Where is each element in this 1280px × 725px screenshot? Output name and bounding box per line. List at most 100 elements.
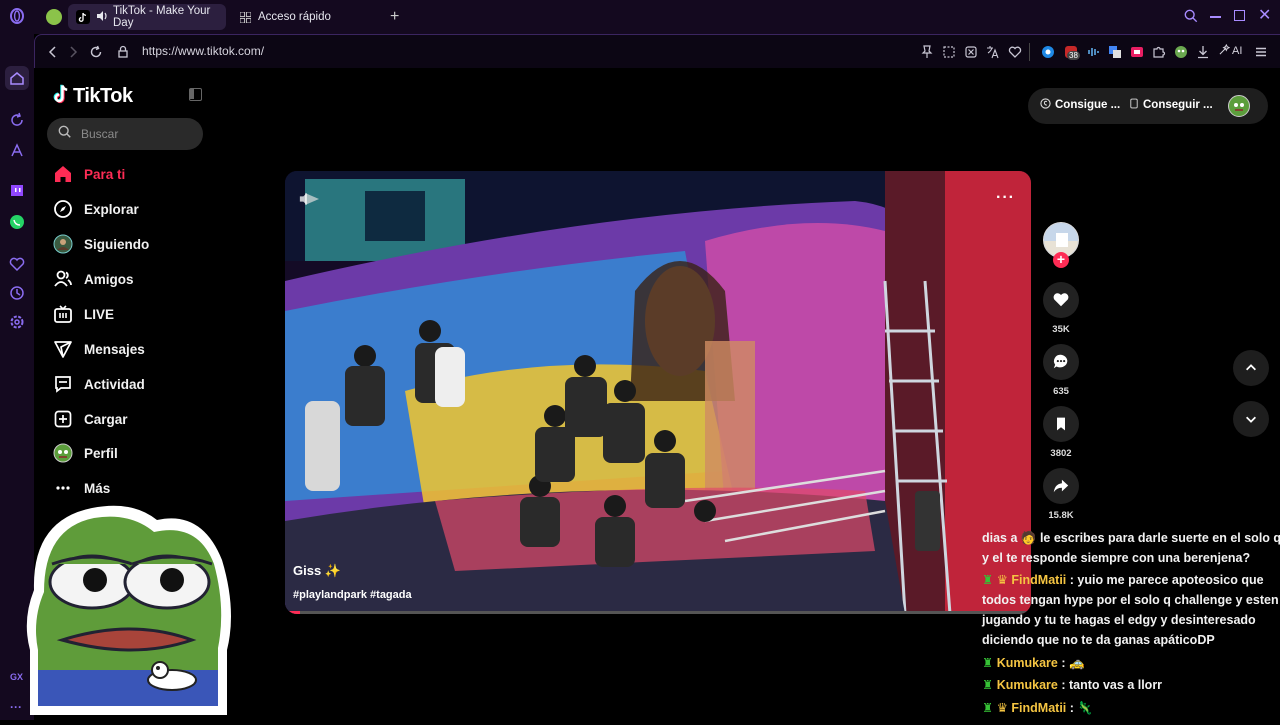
get-app-button[interactable]: Conseguir ... — [1130, 98, 1213, 112]
extension-blue-icon[interactable] — [1040, 44, 1056, 60]
video-hashtags[interactable]: #playlandpark #tagada — [293, 589, 412, 601]
chat-text: dias a 🧑 le escribes para darle suerte e… — [982, 531, 1280, 565]
speed-dial-home-icon[interactable] — [5, 66, 29, 90]
nav-item-amigos[interactable]: Amigos — [52, 265, 134, 293]
tiktok-note-icon — [52, 83, 71, 110]
url-field[interactable]: https://www.tiktok.com/ — [142, 44, 264, 58]
video-author[interactable]: Giss ✨ — [293, 563, 341, 579]
home-icon — [52, 163, 74, 185]
back-icon[interactable] — [45, 44, 61, 60]
comment-action[interactable]: 635 — [1043, 344, 1079, 397]
search-input[interactable]: Buscar — [47, 118, 203, 150]
tiktok-logo[interactable]: TikTok — [52, 83, 133, 110]
chat-user-badge-icon: ♜ — [982, 573, 993, 587]
history-rail-icon[interactable] — [9, 285, 25, 301]
collapse-sidebar-icon[interactable] — [189, 88, 202, 101]
get-coins-button[interactable]: Consigue ... — [1040, 98, 1120, 112]
snapshot-icon[interactable] — [941, 44, 957, 60]
like-button[interactable] — [1043, 282, 1079, 318]
nav-item-live[interactable]: LIVE — [52, 300, 114, 328]
minimize-button[interactable] — [1210, 16, 1221, 18]
menu-icon[interactable] — [1253, 44, 1269, 60]
google-translate-icon[interactable] — [1107, 44, 1123, 60]
twitch-rail-icon[interactable] — [9, 184, 25, 200]
download-icon[interactable] — [1195, 44, 1211, 60]
workspace-avatar-icon[interactable] — [46, 9, 62, 25]
speaker-icon[interactable] — [96, 10, 108, 25]
extension-pink-icon[interactable] — [1129, 44, 1145, 60]
share-action[interactable]: 15.8K — [1043, 468, 1079, 521]
maximize-button[interactable] — [1234, 10, 1245, 21]
pepe-extension-icon[interactable] — [1173, 44, 1189, 60]
compass-icon — [52, 198, 74, 220]
nav-item-para-ti[interactable]: Para ti — [52, 160, 125, 188]
follow-plus-button[interactable]: + — [1053, 252, 1069, 268]
nav-item-siguiendo[interactable]: Siguiendo — [52, 230, 149, 258]
like-action[interactable]: 35K — [1043, 282, 1079, 335]
chat-message-3: ♜ Kumukare : 🚕 — [982, 653, 1280, 673]
close-window-button[interactable]: ✕ — [1258, 5, 1271, 25]
nav-item-mas[interactable]: Más — [52, 474, 110, 502]
rail-more-icon[interactable]: ··· — [10, 700, 22, 714]
nav-label: Cargar — [84, 412, 128, 427]
share-button[interactable] — [1043, 468, 1079, 504]
video-progress-track[interactable] — [285, 611, 1031, 614]
user-avatar[interactable] — [1228, 95, 1250, 117]
adblock-icon[interactable] — [963, 44, 979, 60]
previous-video-button[interactable] — [1233, 350, 1269, 386]
grid-icon — [238, 10, 252, 24]
pepe-frog-icon — [22, 500, 234, 720]
chat-text: : 🦎 — [1070, 701, 1093, 715]
save-action[interactable]: 3802 — [1043, 406, 1079, 459]
tab-quick-access[interactable]: Acceso rápido — [230, 4, 350, 30]
like-count: 35K — [1052, 324, 1069, 335]
settings-rail-icon[interactable] — [9, 314, 25, 330]
bookmark-icon — [1053, 416, 1069, 432]
tiktok-favicon-icon — [76, 10, 90, 24]
pepe-overlay-sticker — [22, 500, 234, 720]
comment-button[interactable] — [1043, 344, 1079, 380]
whatsapp-rail-icon[interactable] — [9, 214, 25, 230]
pin-icon[interactable] — [919, 44, 935, 60]
comment-icon — [1052, 353, 1070, 371]
next-video-button[interactable] — [1233, 401, 1269, 437]
nav-item-actividad[interactable]: Actividad — [52, 370, 145, 398]
nav-item-cargar[interactable]: Cargar — [52, 405, 128, 433]
extension-red-badge-icon[interactable]: 38 — [1063, 44, 1079, 60]
nav-label: Explorar — [84, 202, 139, 217]
nav-label: Más — [84, 481, 110, 496]
aria-rail-icon[interactable] — [9, 142, 25, 158]
translate-icon[interactable] — [985, 44, 1001, 60]
chat-user-badge-icon: ♜ — [982, 701, 993, 715]
comment-count: 635 — [1053, 386, 1069, 397]
video-player[interactable]: ··· Giss ✨ #playlandpark #tagada — [285, 171, 1031, 614]
nav-item-explorar[interactable]: Explorar — [52, 195, 139, 223]
opera-logo-icon[interactable] — [9, 8, 25, 24]
lock-icon[interactable] — [115, 44, 131, 60]
tiktok-page: TikTok Buscar Para ti Explorar Siguiendo… — [34, 68, 1280, 720]
chat-message-2: ♜ ♛ FindMatii : yuio me parece apoteosic… — [982, 570, 1280, 650]
favorite-heart-icon[interactable] — [1007, 44, 1023, 60]
reload-rail-icon[interactable] — [9, 112, 25, 128]
new-tab-button[interactable]: + — [390, 8, 399, 26]
reload-icon[interactable] — [88, 44, 104, 60]
nav-item-mensajes[interactable]: Mensajes — [52, 335, 145, 363]
coin-icon — [1040, 98, 1051, 112]
save-button[interactable] — [1043, 406, 1079, 442]
video-more-icon[interactable]: ··· — [996, 189, 1015, 207]
nav-item-perfil[interactable]: Perfil — [52, 439, 118, 467]
ai-button[interactable]: AI — [1219, 44, 1242, 58]
activity-icon — [52, 373, 74, 395]
search-placeholder: Buscar — [81, 127, 118, 141]
chat-username: Kumukare — [997, 656, 1058, 670]
heart-rail-icon[interactable] — [9, 256, 25, 272]
tab-search-icon[interactable] — [1184, 9, 1198, 28]
sound-wave-icon[interactable] — [1085, 44, 1101, 60]
chevron-down-icon — [1244, 412, 1258, 426]
tab-tiktok[interactable]: TikTok - Make Your Day — [68, 4, 226, 30]
extensions-puzzle-icon[interactable] — [1151, 44, 1167, 60]
more-dots-icon — [52, 477, 74, 499]
mute-icon[interactable] — [299, 192, 313, 211]
chat-crown-icon: ♛ — [997, 701, 1008, 715]
forward-icon[interactable] — [65, 44, 81, 60]
